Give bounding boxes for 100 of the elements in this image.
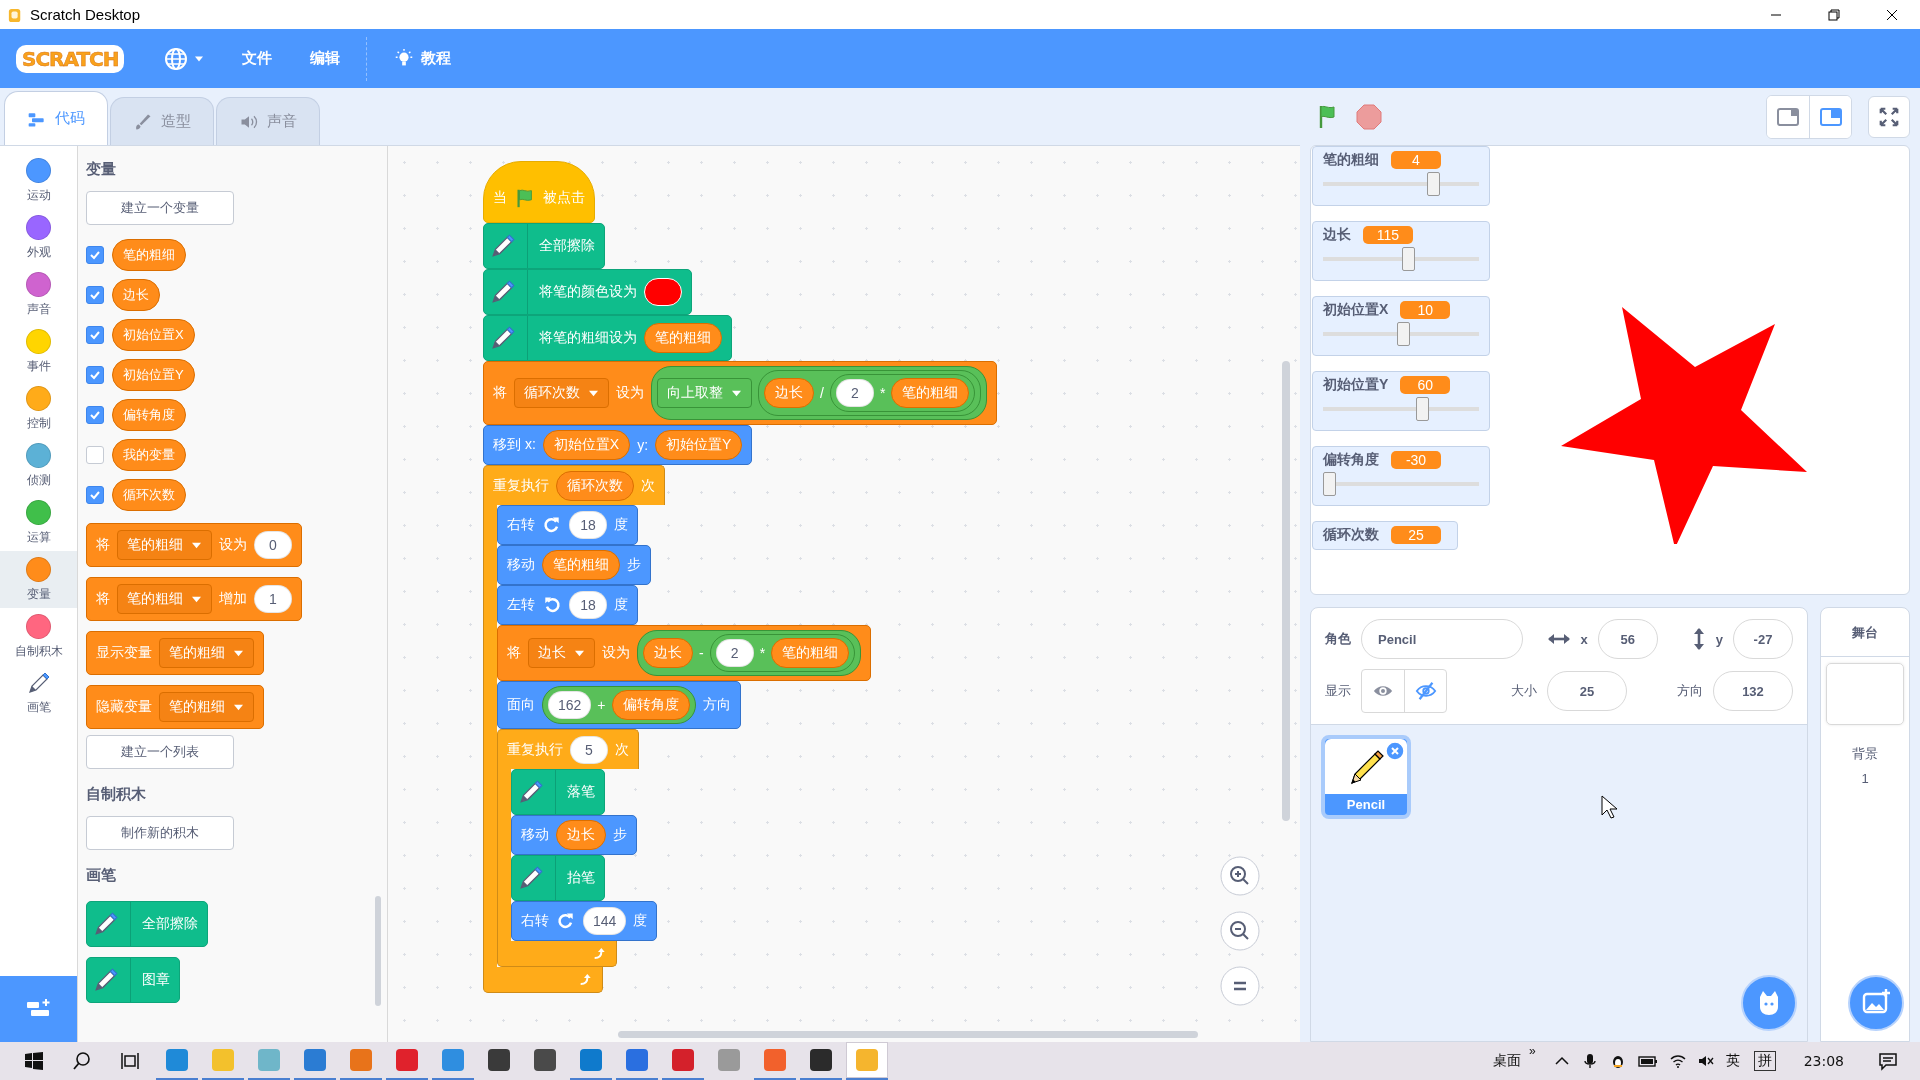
zoom-in-icon[interactable] xyxy=(1220,856,1260,896)
zoom-out-icon[interactable] xyxy=(1220,911,1260,951)
block-label: 面向 xyxy=(507,696,535,714)
fullscreen-icon xyxy=(1878,105,1900,128)
checkbox[interactable] xyxy=(86,406,104,424)
variable-monitor[interactable]: 偏转角度 -30 xyxy=(1312,446,1490,506)
number-input[interactable]: 0 xyxy=(254,531,292,559)
number-input[interactable]: 1 xyxy=(254,585,292,613)
menu-item[interactable]: 编辑 xyxy=(298,41,353,76)
menu-item[interactable]: 文件 xyxy=(230,41,285,76)
backdrop-thumbnail[interactable] xyxy=(1826,663,1904,725)
add-backdrop-icon[interactable] xyxy=(1848,975,1904,1031)
zoom-reset-icon[interactable] xyxy=(1220,966,1260,1006)
motion-block[interactable]: 移动 边长 步 xyxy=(511,815,637,855)
operator-reporter[interactable]: 2 * 笔的粗细 xyxy=(829,374,976,412)
stop-icon[interactable] xyxy=(1355,102,1383,131)
number-input[interactable]: 162 xyxy=(548,691,592,719)
variable-monitor[interactable]: 笔的粗细 4 xyxy=(1312,146,1490,206)
number-input[interactable]: 18 xyxy=(569,591,607,619)
battery-icon[interactable] xyxy=(1637,1053,1658,1069)
checkbox[interactable] xyxy=(86,286,104,304)
category-item[interactable]: 运算 xyxy=(0,494,77,551)
category-item[interactable]: 控制 xyxy=(0,380,77,437)
motion-block[interactable]: 左转 18 度 xyxy=(497,585,638,625)
motion-block[interactable]: 面向 162 + 偏转角度 方向 xyxy=(497,681,741,729)
checkmark-icon xyxy=(89,489,101,501)
variable-block[interactable]: 将 笔的粗细 增加 1 xyxy=(86,577,302,621)
task-view-icon[interactable] xyxy=(120,1051,140,1071)
restore-icon[interactable] xyxy=(1828,8,1840,21)
palette-button[interactable]: 建立一个列表 xyxy=(86,735,234,769)
variable-monitor[interactable]: 边长 115 xyxy=(1312,221,1490,281)
sprite-tile[interactable]: Pencil xyxy=(1321,735,1411,819)
tutorials-menu[interactable]: 教程 xyxy=(381,39,464,78)
number-input[interactable]: 2 xyxy=(835,379,874,407)
operator-reporter[interactable]: 2 * 笔的粗细 xyxy=(709,634,856,672)
fullscreen-button[interactable] xyxy=(1868,95,1910,138)
scrollbar[interactable] xyxy=(1282,361,1290,821)
scrollbar[interactable] xyxy=(618,1031,1198,1038)
slider-handle[interactable] xyxy=(1427,172,1441,196)
search-icon[interactable] xyxy=(72,1051,92,1071)
number-input[interactable]: 2 xyxy=(715,639,754,667)
add-extension-button[interactable] xyxy=(0,976,77,1042)
repeat-block-header[interactable]: 重复执行 5 次 xyxy=(497,729,639,769)
variable-monitor[interactable]: 循环次数 25 xyxy=(1312,521,1458,550)
category-item[interactable]: 外观 xyxy=(0,209,77,266)
checkbox[interactable] xyxy=(86,446,104,464)
category-item[interactable]: 侦测 xyxy=(0,437,77,494)
motion-block[interactable]: 右转 144 度 xyxy=(511,901,658,941)
category-item[interactable]: 自制积木 xyxy=(0,608,77,665)
clock[interactable]: 23:08 xyxy=(1799,1053,1848,1069)
desktop-toolbar[interactable]: 桌面 xyxy=(1488,1052,1525,1070)
category-item[interactable]: 画笔 xyxy=(0,665,77,722)
slider-handle[interactable] xyxy=(1401,247,1415,271)
pen-icon xyxy=(490,279,516,305)
category-item[interactable]: 声音 xyxy=(0,266,77,323)
speaker-muted-icon[interactable] xyxy=(1697,1053,1714,1069)
monitor-label: 偏转角度 xyxy=(1323,451,1379,469)
block-label: 当 xyxy=(493,189,507,207)
more-button[interactable]: » xyxy=(1528,1044,1536,1058)
slider-handle[interactable] xyxy=(1415,397,1429,421)
slider-handle[interactable] xyxy=(1323,472,1336,496)
operator-reporter[interactable]: 边长 - 2 * 笔的粗细 xyxy=(637,630,862,676)
category-item[interactable]: 变量 xyxy=(0,551,77,608)
variable-block[interactable]: 将 边长 设为 边长 - 2 * 笔的粗细 xyxy=(497,625,872,681)
category-item[interactable]: 运动 xyxy=(0,152,77,209)
stage-size-button[interactable] xyxy=(1809,95,1851,138)
operator-reporter[interactable]: 边长 / 2 * 笔的粗细 xyxy=(758,370,982,416)
motion-block[interactable]: 右转 18 度 xyxy=(497,505,638,545)
color-swatch[interactable] xyxy=(644,278,682,306)
category-item[interactable]: 事件 xyxy=(0,323,77,380)
add-sprite-icon[interactable] xyxy=(1741,975,1797,1031)
number-input[interactable]: 144 xyxy=(583,907,627,935)
checkbox[interactable] xyxy=(86,326,104,344)
scrollbar[interactable] xyxy=(375,896,381,1006)
slider-handle[interactable] xyxy=(1397,322,1411,346)
input-mode[interactable]: 拼 xyxy=(1753,1051,1776,1071)
notification-icon[interactable] xyxy=(1878,1051,1898,1071)
pen-icon xyxy=(490,325,516,351)
palette-button[interactable]: 制作新的积木 xyxy=(86,816,234,850)
block-label: 全部擦除 xyxy=(142,915,198,933)
number-input[interactable]: 5 xyxy=(570,735,608,764)
wifi-icon[interactable] xyxy=(1669,1053,1686,1069)
checkbox[interactable] xyxy=(86,366,104,384)
palette-button[interactable]: 建立一个变量 xyxy=(86,191,234,225)
microphone-icon[interactable] xyxy=(1581,1053,1598,1069)
checkbox[interactable] xyxy=(86,486,104,504)
variable-monitor[interactable]: 初始位置X 10 xyxy=(1312,296,1490,356)
input-language[interactable]: 英 xyxy=(1721,1052,1744,1070)
checkbox[interactable] xyxy=(86,246,104,264)
variable-block[interactable]: 将 笔的粗细 设为 0 xyxy=(86,523,302,567)
variable-block[interactable]: 将 循环次数 设为 向上取整 边长 / 2 * 笔的粗细 xyxy=(483,361,998,425)
windows-logo-icon[interactable] xyxy=(24,1051,44,1071)
operator-reporter[interactable]: 向上取整 边长 / 2 * 笔的粗细 xyxy=(651,366,988,420)
close-icon[interactable] xyxy=(1886,8,1898,21)
editor-tab[interactable]: 代码 xyxy=(4,91,108,145)
motion-block[interactable]: 移动 笔的粗细 步 xyxy=(497,545,651,585)
monitor-label: 边长 xyxy=(1323,226,1351,244)
number-input[interactable]: 18 xyxy=(569,511,607,539)
variable-monitor[interactable]: 初始位置Y 60 xyxy=(1312,371,1490,431)
operator-reporter[interactable]: 162 + 偏转角度 xyxy=(542,686,696,724)
